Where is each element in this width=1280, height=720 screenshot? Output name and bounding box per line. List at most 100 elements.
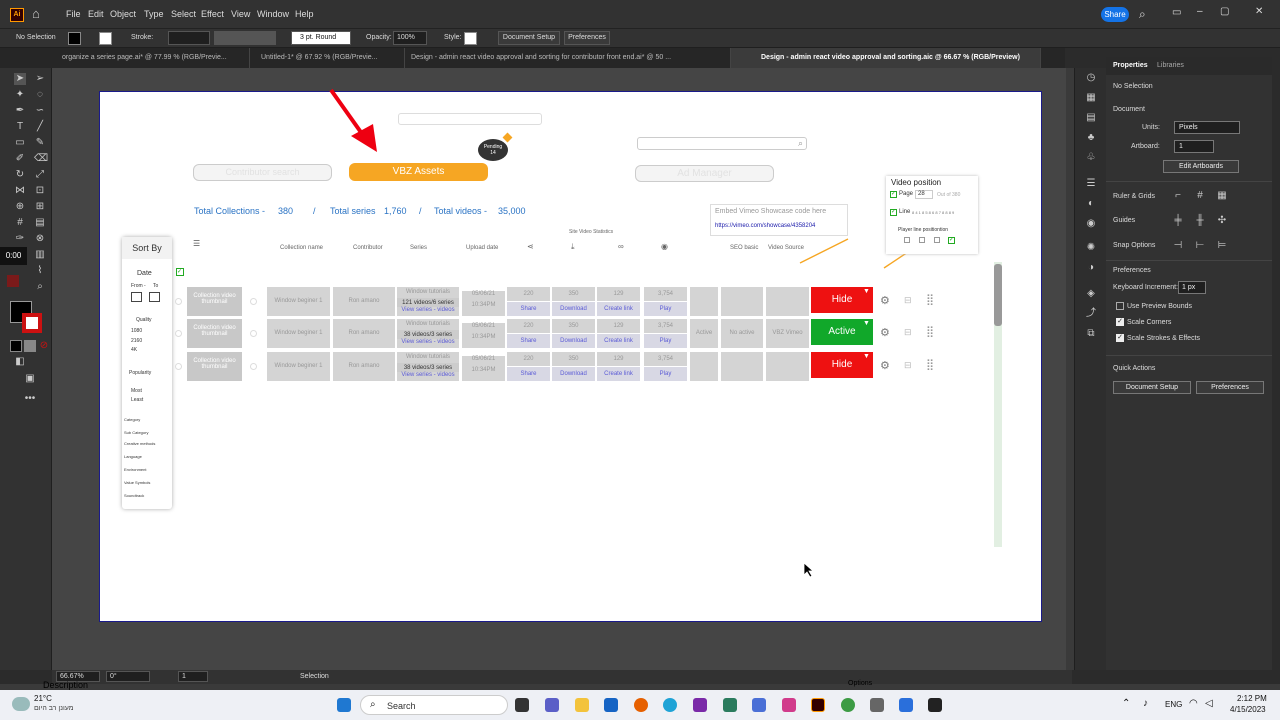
panel-scrollbar[interactable] — [1272, 57, 1280, 670]
record-icon[interactable] — [7, 275, 19, 287]
snap-pixel-icon[interactable]: ⊢ — [1194, 240, 1206, 252]
menu-object[interactable]: Object — [110, 9, 136, 19]
gradient-icon[interactable]: ▤ — [34, 217, 46, 229]
clock-date[interactable]: 4/15/2023 — [1230, 705, 1266, 714]
properties-icon[interactable]: ◷ — [1085, 72, 1097, 84]
settings-icon[interactable] — [752, 698, 766, 712]
menu-effect[interactable]: Effect — [201, 9, 224, 19]
libraries-icon[interactable]: ▦ — [1085, 92, 1097, 104]
row-create-link[interactable]: Create link — [597, 334, 640, 348]
stroke-weight-field[interactable] — [168, 31, 210, 45]
transparency-grid-icon[interactable]: ▦ — [1216, 190, 1228, 202]
artboard[interactable]: ⌕ Contributor search VBZ Assets Ad Manag… — [99, 88, 1042, 622]
app-icon[interactable] — [782, 698, 796, 712]
curvature-icon[interactable]: ∽ — [34, 105, 46, 117]
line-tool-icon[interactable]: ╱ — [34, 121, 46, 133]
row-create-link[interactable]: Create link — [597, 367, 640, 381]
gradient-panel-icon[interactable]: ✺ — [1085, 242, 1097, 254]
style-swatch[interactable] — [464, 32, 477, 45]
edge-icon[interactable] — [663, 698, 677, 712]
stroke-color-icon[interactable] — [22, 313, 42, 333]
arrange-icon[interactable]: ▭ — [1172, 7, 1181, 18]
menu-type[interactable]: Type — [144, 9, 164, 19]
preferences-button[interactable]: Preferences — [564, 31, 610, 45]
free-transform-icon[interactable]: ⊡ — [34, 185, 46, 197]
draw-mode-icon[interactable]: ◧ — [14, 356, 26, 368]
swatches-icon[interactable]: ♧ — [1085, 152, 1097, 164]
close-icon[interactable]: ✕ — [1255, 6, 1263, 17]
calculator-icon[interactable] — [870, 698, 884, 712]
app-icon[interactable] — [928, 698, 942, 712]
chrome-icon[interactable] — [841, 698, 855, 712]
screen-mode-icon[interactable]: ▣ — [24, 373, 36, 385]
volume-icon[interactable]: ◁ — [1205, 698, 1213, 709]
task-view-icon[interactable] — [515, 698, 529, 712]
app-icon[interactable] — [693, 698, 707, 712]
color-icon[interactable]: ◐ — [1085, 198, 1097, 210]
symbols-icon[interactable]: ▤ — [1085, 112, 1097, 124]
type-tool-icon[interactable]: T — [14, 121, 26, 133]
scale-strokes-checkbox[interactable]: ✓ — [1116, 334, 1124, 342]
menu-select[interactable]: Select — [171, 9, 196, 19]
appearance-icon[interactable]: ◉ — [1085, 218, 1097, 230]
row-series-link[interactable]: View series - videos — [397, 372, 459, 381]
slice-icon[interactable]: ⌇ — [34, 265, 46, 277]
taskbar-search[interactable]: ⌕ Search — [360, 695, 508, 715]
row-share-link[interactable]: Share — [507, 367, 550, 381]
direct-selection-tool-icon[interactable]: ➢ — [34, 73, 46, 85]
menu-icon[interactable]: ☰ — [1085, 178, 1097, 190]
rotation-field[interactable]: 0° — [106, 671, 150, 682]
row-download-link[interactable]: Download — [552, 367, 595, 381]
row-play-link[interactable]: Play — [644, 334, 687, 348]
use-preview-bounds-checkbox[interactable] — [1116, 302, 1124, 310]
units-select[interactable]: Pixels — [1174, 121, 1240, 134]
rectangle-tool-icon[interactable]: ▭ — [14, 137, 26, 149]
rotate-icon[interactable]: ↻ — [14, 169, 26, 181]
store-icon[interactable] — [604, 698, 618, 712]
search-icon[interactable]: ⌕ — [1139, 7, 1146, 22]
fill-swatch[interactable] — [68, 32, 81, 45]
row-play-link[interactable]: Play — [644, 367, 687, 381]
none-mode-icon[interactable]: ⊘ — [38, 340, 50, 352]
scale-icon[interactable]: ⤢ — [34, 169, 46, 181]
row-series-link[interactable]: View series - videos — [397, 339, 459, 348]
row-series-link[interactable]: View series - videos — [397, 307, 459, 316]
file-explorer-icon[interactable] — [575, 698, 589, 712]
row-download-link[interactable]: Download — [552, 334, 595, 348]
quick-document-setup-button[interactable]: Document Setup — [1113, 381, 1191, 394]
guides-smart-icon[interactable]: ✣ — [1216, 215, 1228, 227]
lasso-icon[interactable]: ◌ — [34, 89, 46, 101]
row-share-link[interactable]: Share — [507, 334, 550, 348]
menu-view[interactable]: View — [231, 9, 250, 19]
brush-select[interactable]: 3 pt. Round — [291, 31, 351, 45]
pen-tool-icon[interactable]: ✒ — [14, 105, 26, 117]
keyboard-increment-field[interactable]: 1 px — [1178, 281, 1206, 294]
row-share-link[interactable]: Share — [507, 302, 550, 316]
clock-time[interactable]: 2:12 PM — [1237, 694, 1267, 703]
menu-window[interactable]: Window — [257, 9, 289, 19]
canvas-scrollbar[interactable] — [1066, 68, 1074, 670]
perspective-icon[interactable]: ⊞ — [34, 201, 46, 213]
artboard-select[interactable]: 1 — [1174, 140, 1214, 153]
chart-tool-icon[interactable]: ▥ — [34, 249, 46, 261]
windows-start-icon[interactable] — [337, 698, 351, 712]
row-download-link[interactable]: Download — [552, 302, 595, 316]
grid-icon[interactable]: # — [1194, 190, 1206, 202]
menu-help[interactable]: Help — [295, 9, 314, 19]
tab-doc-2[interactable]: Untitled-1* @ 67.92 % (RGB/Previe... — [255, 48, 405, 68]
paintbrush-icon[interactable]: ✎ — [34, 137, 46, 149]
row-create-link[interactable]: Create link — [597, 302, 640, 316]
quick-preferences-button[interactable]: Preferences — [1196, 381, 1264, 394]
magic-wand-icon[interactable]: ✦ — [14, 89, 26, 101]
opacity-field[interactable]: 100% — [393, 31, 427, 45]
gradient-mode-icon[interactable] — [24, 340, 36, 352]
blend-icon[interactable]: ⊗ — [34, 233, 46, 245]
width-tool-icon[interactable]: ⋈ — [14, 185, 26, 197]
tab-properties[interactable]: Properties — [1113, 62, 1148, 69]
export-icon[interactable]: ⤴ — [1085, 308, 1097, 320]
tab-doc-3[interactable]: Design - admin react video approval and … — [405, 48, 731, 68]
minimize-icon[interactable]: – — [1197, 6, 1203, 17]
row-play-link[interactable]: Play — [644, 302, 687, 316]
illustrator-taskbar-icon[interactable] — [811, 698, 825, 712]
teams-icon[interactable] — [545, 698, 559, 712]
